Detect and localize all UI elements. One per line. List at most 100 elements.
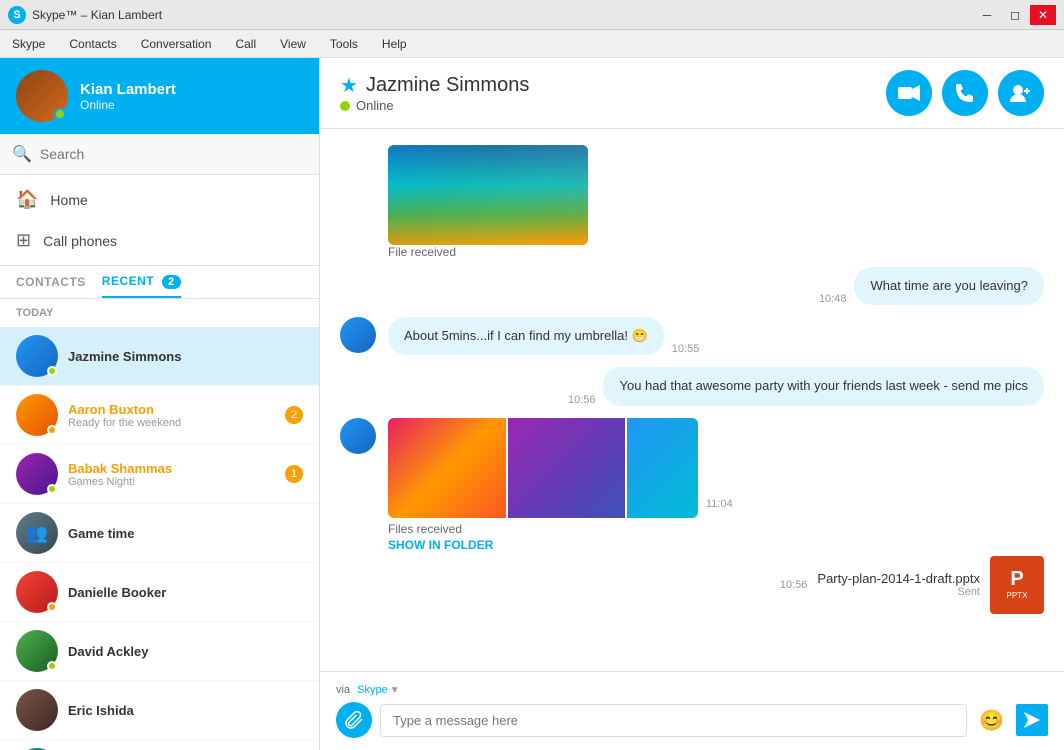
status-dot-jazmine — [47, 366, 57, 376]
search-input[interactable] — [40, 146, 307, 162]
contact-avatar-jazmine — [16, 335, 58, 377]
contact-info-eric: Eric Ishida — [68, 703, 303, 718]
menu-call[interactable]: Call — [231, 33, 260, 55]
pptx-info: Party-plan-2014-1-draft.pptx Sent — [817, 571, 980, 598]
pptx-filename: Party-plan-2014-1-draft.pptx — [817, 571, 980, 586]
contact-item-aaron[interactable]: Aaron Buxton Ready for the weekend 2 — [0, 386, 319, 445]
msg-sent-1: What time are you leaving? 10:48 — [340, 267, 1044, 305]
message-input[interactable] — [380, 704, 967, 737]
nav-home[interactable]: 🏠 Home — [0, 179, 319, 220]
msg-top-image-group: File received — [340, 145, 1044, 259]
nav-call-phones[interactable]: ⊞ Call phones — [0, 220, 319, 261]
menu-view[interactable]: View — [276, 33, 310, 55]
audio-call-button[interactable] — [942, 70, 988, 116]
contact-name-game: Game time — [68, 526, 303, 541]
contact-info-jazmine: Jazmine Simmons — [68, 349, 303, 364]
tab-contacts[interactable]: CONTACTS — [16, 275, 86, 297]
send-icon — [1024, 712, 1040, 728]
nav-call-phones-label: Call phones — [43, 233, 117, 249]
chat-header-left: ★ Jazmine Simmons Online — [340, 73, 529, 113]
msg-time-sent-2: 10:56 — [568, 394, 596, 406]
menu-skype[interactable]: Skype — [8, 33, 49, 55]
home-icon: 🏠 — [16, 189, 38, 210]
files-received-label: Files received — [388, 522, 698, 536]
search-bar: 🔍 — [0, 134, 319, 175]
contact-avatar-eric — [16, 689, 58, 731]
contact-item-game[interactable]: 👥 Game time — [0, 504, 319, 563]
phone-icon — [955, 83, 975, 103]
chat-header: ★ Jazmine Simmons Online — [320, 58, 1064, 129]
msg-time-received-1: 10:55 — [672, 343, 700, 355]
msg-time-photos: 11:04 — [706, 418, 733, 510]
msg-received-1: About 5mins...if I can find my umbrella!… — [340, 317, 1044, 355]
via-skype-link[interactable]: Skype — [357, 684, 388, 696]
nav-items: 🏠 Home ⊞ Call phones — [0, 175, 319, 266]
msg-sent-2: You had that awesome party with your fri… — [340, 367, 1044, 405]
contact-name-danielle: Danielle Booker — [68, 585, 303, 600]
msg-avatar-jazmine — [340, 317, 376, 353]
profile-info: Kian Lambert Online — [80, 81, 303, 112]
chat-messages-wrap: File received What time are you leaving?… — [320, 129, 1064, 671]
section-header-today: Today — [0, 299, 319, 327]
close-button[interactable]: ✕ — [1030, 5, 1056, 25]
photos-container — [388, 418, 698, 518]
file-received-label: File received — [388, 245, 1044, 259]
search-icon: 🔍 — [12, 144, 32, 164]
via-skype-row: via Skype ▼ — [336, 684, 1048, 696]
contact-item-eric[interactable]: Eric Ishida — [0, 681, 319, 740]
recent-badge: 2 — [162, 275, 181, 289]
chat-panel: ★ Jazmine Simmons Online — [320, 58, 1064, 750]
add-contact-button[interactable] — [998, 70, 1044, 116]
contact-list: Today Jazmine Simmons Aaron Buxton — [0, 299, 319, 750]
show-in-folder-link[interactable]: SHOW IN FOLDER — [388, 538, 698, 552]
msg-time-sent-1: 10:48 — [819, 293, 847, 305]
top-image-placeholder — [388, 145, 588, 245]
pptx-icon-letter: P — [1010, 569, 1023, 589]
contact-name-david: David Ackley — [68, 644, 303, 659]
menu-tools[interactable]: Tools — [326, 33, 362, 55]
contact-avatar-danielle — [16, 571, 58, 613]
contact-avatar-babak — [16, 453, 58, 495]
contact-item-babak[interactable]: Babak Shammas Games Night! 1 — [0, 445, 319, 504]
msg-avatar-jazmine-2 — [340, 418, 376, 454]
status-indicator — [54, 108, 66, 120]
restore-button[interactable]: ◻ — [1002, 5, 1028, 25]
contact-avatar-david — [16, 630, 58, 672]
tabs-row: CONTACTS RECENT 2 — [0, 266, 319, 299]
pptx-icon: P PPTX — [990, 556, 1044, 614]
avatar-container — [16, 70, 68, 122]
tab-recent[interactable]: RECENT 2 — [102, 274, 181, 298]
photo-1 — [388, 418, 506, 518]
chat-contact-name: ★ Jazmine Simmons — [340, 73, 529, 98]
minimize-button[interactable]: ─ — [974, 5, 1000, 25]
contact-name-jazmine: Jazmine Simmons — [68, 349, 303, 364]
contact-item-david[interactable]: David Ackley — [0, 622, 319, 681]
chat-status: Online — [340, 98, 529, 113]
contact-subtext-babak: Games Night! — [68, 476, 275, 488]
call-phones-icon: ⊞ — [16, 230, 31, 251]
menu-contacts[interactable]: Contacts — [65, 33, 120, 55]
title-bar-left: S Skype™ – Kian Lambert — [8, 6, 162, 24]
emoji-button[interactable]: 😊 — [975, 704, 1008, 737]
contact-item-danielle[interactable]: Danielle Booker — [0, 563, 319, 622]
contact-item-jazmine[interactable]: Jazmine Simmons — [0, 327, 319, 386]
menu-conversation[interactable]: Conversation — [137, 33, 216, 55]
menu-help[interactable]: Help — [378, 33, 411, 55]
msg-bubble-sent-2: You had that awesome party with your fri… — [603, 367, 1044, 405]
sidebar: Kian Lambert Online 🔍 🏠 Home ⊞ Call phon… — [0, 58, 320, 750]
status-dot-babak — [47, 484, 57, 494]
status-dot-aaron — [47, 425, 57, 435]
send-button[interactable] — [1016, 704, 1048, 736]
nav-home-label: Home — [50, 192, 87, 208]
contact-info-game: Game time — [68, 526, 303, 541]
profile-status: Online — [80, 98, 303, 112]
title-text: Skype™ – Kian Lambert — [32, 8, 162, 22]
msg-bubble-received-1: About 5mins...if I can find my umbrella!… — [388, 317, 664, 355]
contact-item-joshua[interactable]: Joshua Murphy — [0, 740, 319, 750]
chat-status-dot — [340, 101, 350, 111]
contact-avatar-aaron — [16, 394, 58, 436]
video-call-button[interactable] — [886, 70, 932, 116]
msg-sent-file: P PPTX Party-plan-2014-1-draft.pptx Sent… — [340, 556, 1044, 614]
input-row: 😊 — [336, 702, 1048, 738]
attach-button[interactable] — [336, 702, 372, 738]
